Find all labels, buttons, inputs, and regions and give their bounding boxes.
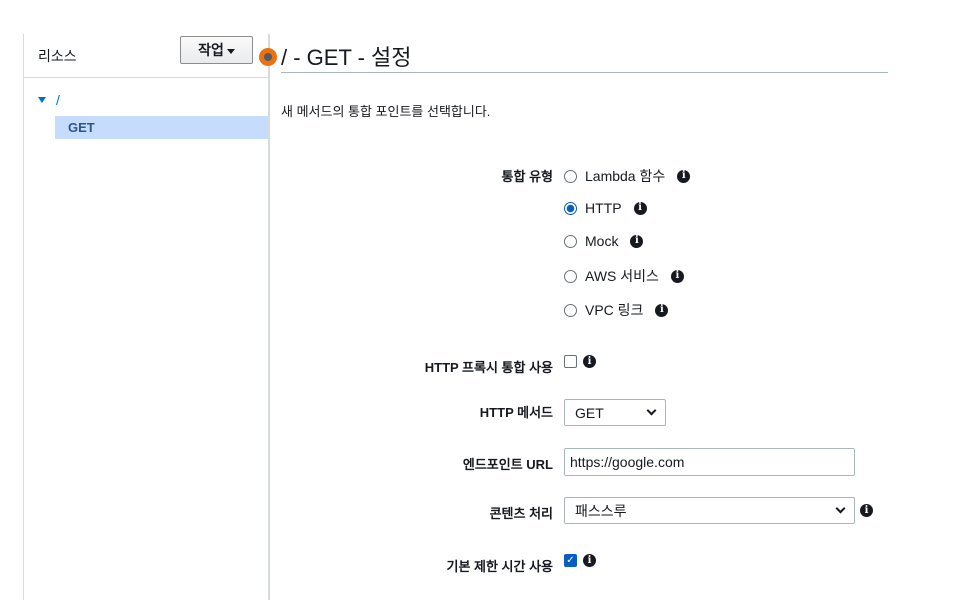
default-timeout-checkbox[interactable]: ✓	[564, 554, 577, 567]
tree-item-root[interactable]: /	[38, 92, 60, 108]
info-icon[interactable]: i	[677, 169, 691, 183]
panel-splitter[interactable]	[268, 34, 270, 600]
title-divider	[281, 72, 888, 73]
radio-label: Mock	[585, 233, 619, 249]
chevron-down-icon	[835, 503, 846, 514]
info-icon[interactable]: i	[633, 201, 647, 215]
info-icon[interactable]: i	[670, 269, 684, 283]
radio-label: VPC 링크	[585, 302, 644, 318]
info-icon[interactable]: i	[583, 355, 596, 368]
radio-button-selected[interactable]	[564, 201, 577, 215]
page-title: / - GET - 설정	[281, 45, 412, 70]
chevron-down-icon	[646, 405, 657, 416]
radio-button[interactable]	[564, 169, 577, 183]
endpoint-url-input[interactable]	[564, 448, 855, 476]
content-handling-label: 콘텐츠 처리	[489, 506, 553, 521]
info-icon[interactable]: i	[630, 234, 644, 248]
http-proxy-label: HTTP 프록시 통합 사용	[424, 360, 553, 375]
radio-label: AWS 서비스	[585, 268, 659, 284]
resources-title: 리소스	[38, 48, 77, 64]
resize-handle-icon[interactable]	[259, 48, 277, 66]
resources-panel: 리소스 작업 / GET	[24, 28, 269, 600]
radio-vpc-link[interactable]: VPC 링크 i	[564, 300, 669, 320]
radio-aws-service[interactable]: AWS 서비스 i	[564, 266, 684, 286]
radio-http[interactable]: HTTP i	[564, 200, 647, 216]
http-method-label: HTTP 메서드	[479, 405, 553, 420]
info-icon[interactable]: i	[583, 554, 596, 567]
actions-label: 작업	[198, 42, 224, 58]
expand-triangle-icon[interactable]	[38, 97, 46, 103]
http-method-select[interactable]: GET	[564, 399, 666, 426]
radio-label: Lambda 함수	[585, 168, 666, 184]
http-proxy-checkbox[interactable]	[564, 355, 577, 368]
radio-button[interactable]	[564, 303, 577, 317]
resources-header: 리소스 작업	[24, 28, 269, 78]
radio-mock[interactable]: Mock i	[564, 233, 644, 249]
content-handling-select[interactable]: 패스스루	[564, 497, 855, 524]
actions-button[interactable]: 작업	[180, 36, 253, 64]
page-description: 새 메서드의 통합 포인트를 선택합니다.	[281, 104, 491, 119]
info-icon[interactable]: i	[655, 303, 669, 317]
radio-button[interactable]	[564, 269, 577, 283]
caret-down-icon	[226, 48, 235, 54]
tree-root-label: /	[56, 92, 60, 108]
radio-label: HTTP	[585, 200, 622, 216]
tree-item-get[interactable]: GET	[55, 116, 269, 139]
radio-button[interactable]	[564, 234, 577, 248]
integration-type-label: 통합 유형	[501, 169, 553, 184]
http-method-value: GET	[575, 404, 604, 421]
content-handling-value: 패스스루	[575, 502, 627, 519]
info-icon[interactable]: i	[860, 504, 873, 517]
default-timeout-label: 기본 제한 시간 사용	[446, 559, 553, 574]
endpoint-url-label: 엔드포인트 URL	[462, 457, 553, 472]
radio-lambda[interactable]: Lambda 함수 i	[564, 166, 691, 186]
